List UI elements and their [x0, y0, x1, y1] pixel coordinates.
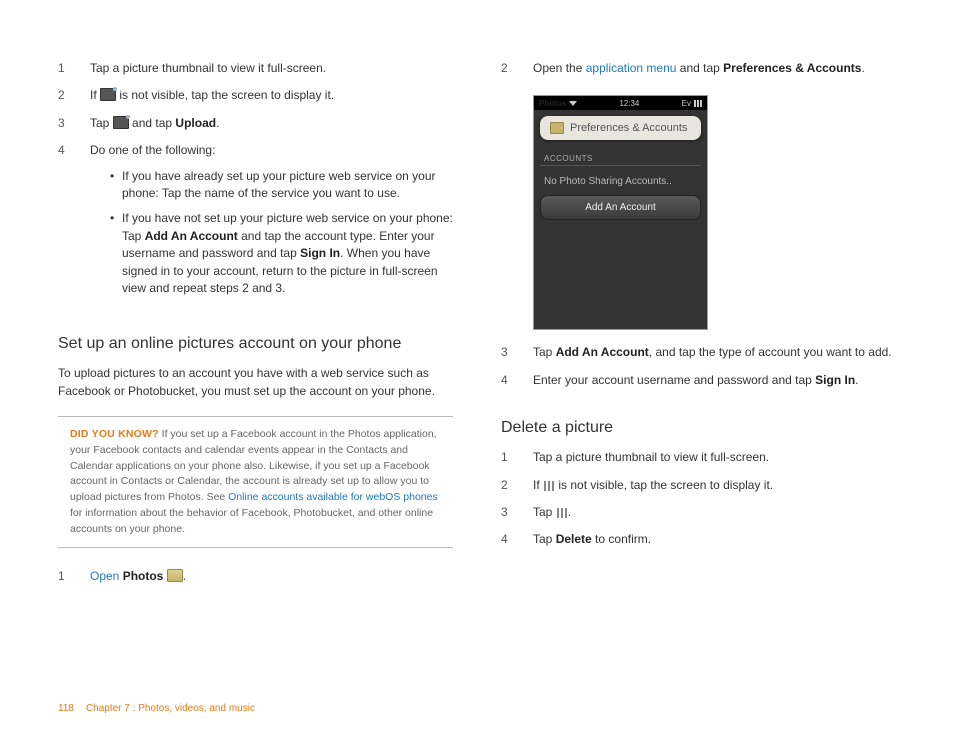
tip-lead: DID YOU KNOW?	[70, 428, 159, 440]
delete-heading: Delete a picture	[501, 419, 896, 437]
phone-screenshot: Photos 12:34 Ev Preferences & Accounts A…	[533, 95, 708, 330]
trash-icon	[544, 479, 554, 491]
step-1: Tap a picture thumbnail to view it full-…	[90, 60, 453, 77]
bullet-existing-service: If you have already set up your picture …	[110, 168, 453, 203]
application-menu-link[interactable]: application menu	[586, 61, 677, 75]
online-accounts-link[interactable]: Online accounts available for webOS phon…	[228, 491, 438, 503]
delete-step-1: Tap a picture thumbnail to view it full-…	[533, 449, 896, 466]
add-account-button[interactable]: Add An Account	[540, 195, 701, 220]
bullet-add-account: If you have not set up your picture web …	[110, 210, 453, 297]
status-bar: Photos 12:34 Ev	[534, 96, 707, 110]
open-link[interactable]: Open	[90, 569, 119, 583]
right-column: 2 Open the application menu and tap Pref…	[501, 60, 896, 708]
photos-app-icon	[167, 569, 183, 582]
left-column: 1Tap a picture thumbnail to view it full…	[58, 60, 453, 708]
delete-step-3: Tap .	[533, 504, 896, 521]
chevron-down-icon	[569, 101, 577, 106]
setup-heading: Set up an online pictures account on you…	[58, 335, 453, 353]
delete-step-4: Tap Delete to confirm.	[533, 531, 896, 548]
setup-step-3: Tap Add An Account, and tap the type of …	[533, 344, 896, 361]
page-footer: 118 Chapter 7 : Photos, videos, and music	[58, 703, 255, 714]
trash-icon	[557, 506, 567, 518]
share-icon	[113, 116, 129, 129]
page-number: 118	[58, 703, 74, 714]
setup-steps-cont: 2 Open the application menu and tap Pref…	[501, 60, 896, 77]
accounts-section-label: ACCOUNTS	[540, 152, 701, 166]
delete-step-2: If is not visible, tap the screen to dis…	[533, 477, 896, 494]
setup-steps-cont2: 3 Tap Add An Account, and tap the type o…	[501, 344, 896, 389]
setup-intro: To upload pictures to an account you hav…	[58, 365, 453, 400]
setup-step-2: Open the application menu and tap Prefer…	[533, 60, 896, 77]
photos-app-icon	[550, 122, 564, 134]
step-2: If is not visible, tap the screen to dis…	[90, 87, 453, 104]
setup-step-4: Enter your account username and password…	[533, 372, 896, 389]
upload-steps: 1Tap a picture thumbnail to view it full…	[58, 60, 453, 305]
chapter-label: Chapter 7 : Photos, videos, and music	[86, 703, 255, 714]
setup-step-1: Open Photos .	[90, 568, 453, 585]
step-4: Do one of the following: If you have alr…	[90, 142, 453, 305]
share-icon	[100, 88, 116, 101]
signal-icon	[694, 100, 702, 107]
did-you-know-box: DID YOU KNOW? If you set up a Facebook a…	[58, 416, 453, 548]
no-accounts-text: No Photo Sharing Accounts..	[544, 176, 697, 187]
delete-steps: 1Tap a picture thumbnail to view it full…	[501, 449, 896, 549]
prefs-panel: Preferences & Accounts	[540, 116, 701, 140]
setup-steps: 1 Open Photos .	[58, 568, 453, 585]
step-3: Tap and tap Upload.	[90, 115, 453, 132]
